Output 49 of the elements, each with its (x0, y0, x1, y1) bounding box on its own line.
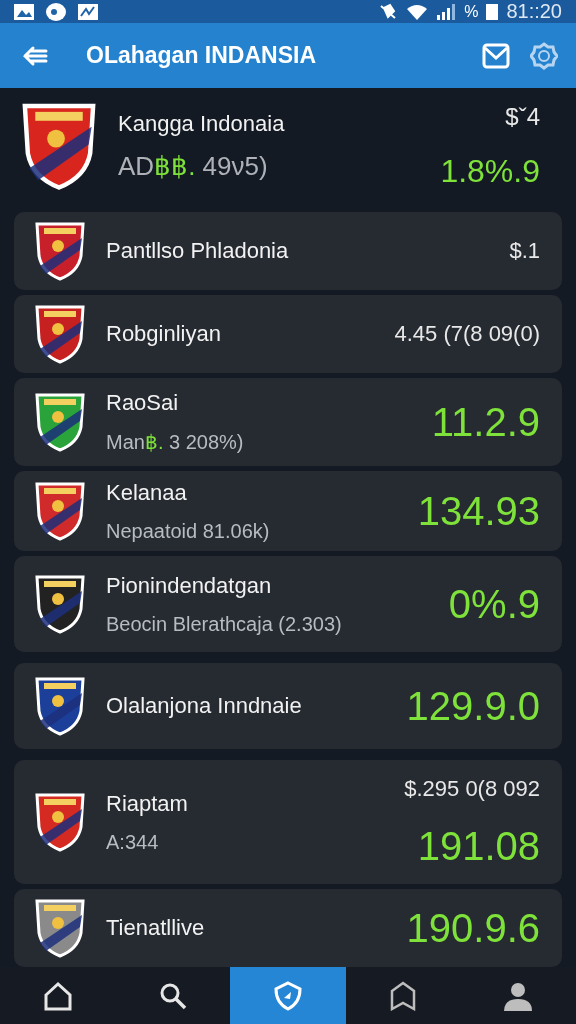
app-title: OLahagan INDANSIA (86, 42, 318, 69)
team-name: Pionindendatgan (106, 572, 273, 599)
team-subtitle: Man฿. 3 208%) (106, 430, 245, 454)
team-subtitle: A:344 (106, 830, 160, 854)
team-name: Pantllso Phladonia (106, 238, 290, 264)
profile-icon (502, 980, 535, 1011)
team-name: Kelanaa (106, 479, 188, 506)
team-card[interactable]: Olalanjona Inndnaie 129.9.0 (14, 663, 562, 749)
team-subtitle: AD฿฿. 49ν5) (118, 150, 269, 182)
change-value: 129.9.0 (406, 683, 540, 729)
team-name: Tienatllive (106, 915, 206, 941)
change-value: 190.9.6 (406, 905, 540, 951)
team-name: Olalanjona Inndnaie (106, 693, 303, 719)
settings-icon[interactable] (530, 41, 558, 70)
change-value: 134.93 (417, 488, 540, 534)
back-icon[interactable] (22, 44, 48, 67)
wifi-icon (406, 2, 429, 21)
change-value: 0%.9 (448, 581, 540, 627)
price: 4.45 (7(8 09(0) (394, 321, 540, 347)
team-card[interactable]: RaoSai Man฿. 3 208%) 11.2.9 (14, 378, 562, 466)
shield-icon (273, 980, 303, 1011)
change-value: 1.8%.9 (440, 152, 540, 190)
battery-percent: % (464, 2, 479, 21)
price: $.1 (509, 238, 540, 264)
team-name: RaoSai (106, 390, 180, 416)
clock: 81::20 (506, 0, 562, 23)
team-name: Robginliyan (106, 321, 222, 347)
change-value: 191.08 (417, 823, 540, 869)
image-notification-icon (14, 3, 34, 20)
price: $.295 0(8 092 (404, 775, 540, 802)
team-card[interactable]: Robginliyan 4.45 (7(8 09(0) (14, 295, 562, 373)
team-name: Kangga Indonaia (118, 110, 286, 137)
signal-icon (436, 3, 457, 20)
team-card[interactable]: Riaptam A:344 $.295 0(8 092 191.08 (14, 760, 562, 884)
shield-tab[interactable] (230, 967, 346, 1024)
team-card[interactable]: Kelanaa Nepaatoid 81.06k) 134.93 (14, 471, 562, 551)
home-icon (42, 980, 73, 1011)
mail-icon[interactable] (482, 42, 510, 69)
team-subtitle: Beocin Blerathcaja (2.303) (106, 612, 343, 636)
team-card[interactable]: Pionindendatgan Beocin Blerathcaja (2.303) 0%.9 (14, 556, 562, 652)
featured-row[interactable]: Kangga Indonaia AD฿฿. 49ν5) $ˇ4 1.8%.9 (0, 88, 576, 204)
team-subtitle: Nepaatoid 81.06k) (106, 519, 271, 543)
battery-icon (486, 3, 499, 20)
team-name: Riaptam (106, 790, 189, 817)
team-card[interactable]: Pantllso Phladonia $.1 (14, 212, 562, 290)
change-value: 11.2.9 (431, 399, 540, 445)
price: $ˇ4 (505, 102, 540, 131)
team-card[interactable]: Tienatllive 190.9.6 (14, 889, 562, 967)
chart-notification-icon (78, 3, 98, 20)
